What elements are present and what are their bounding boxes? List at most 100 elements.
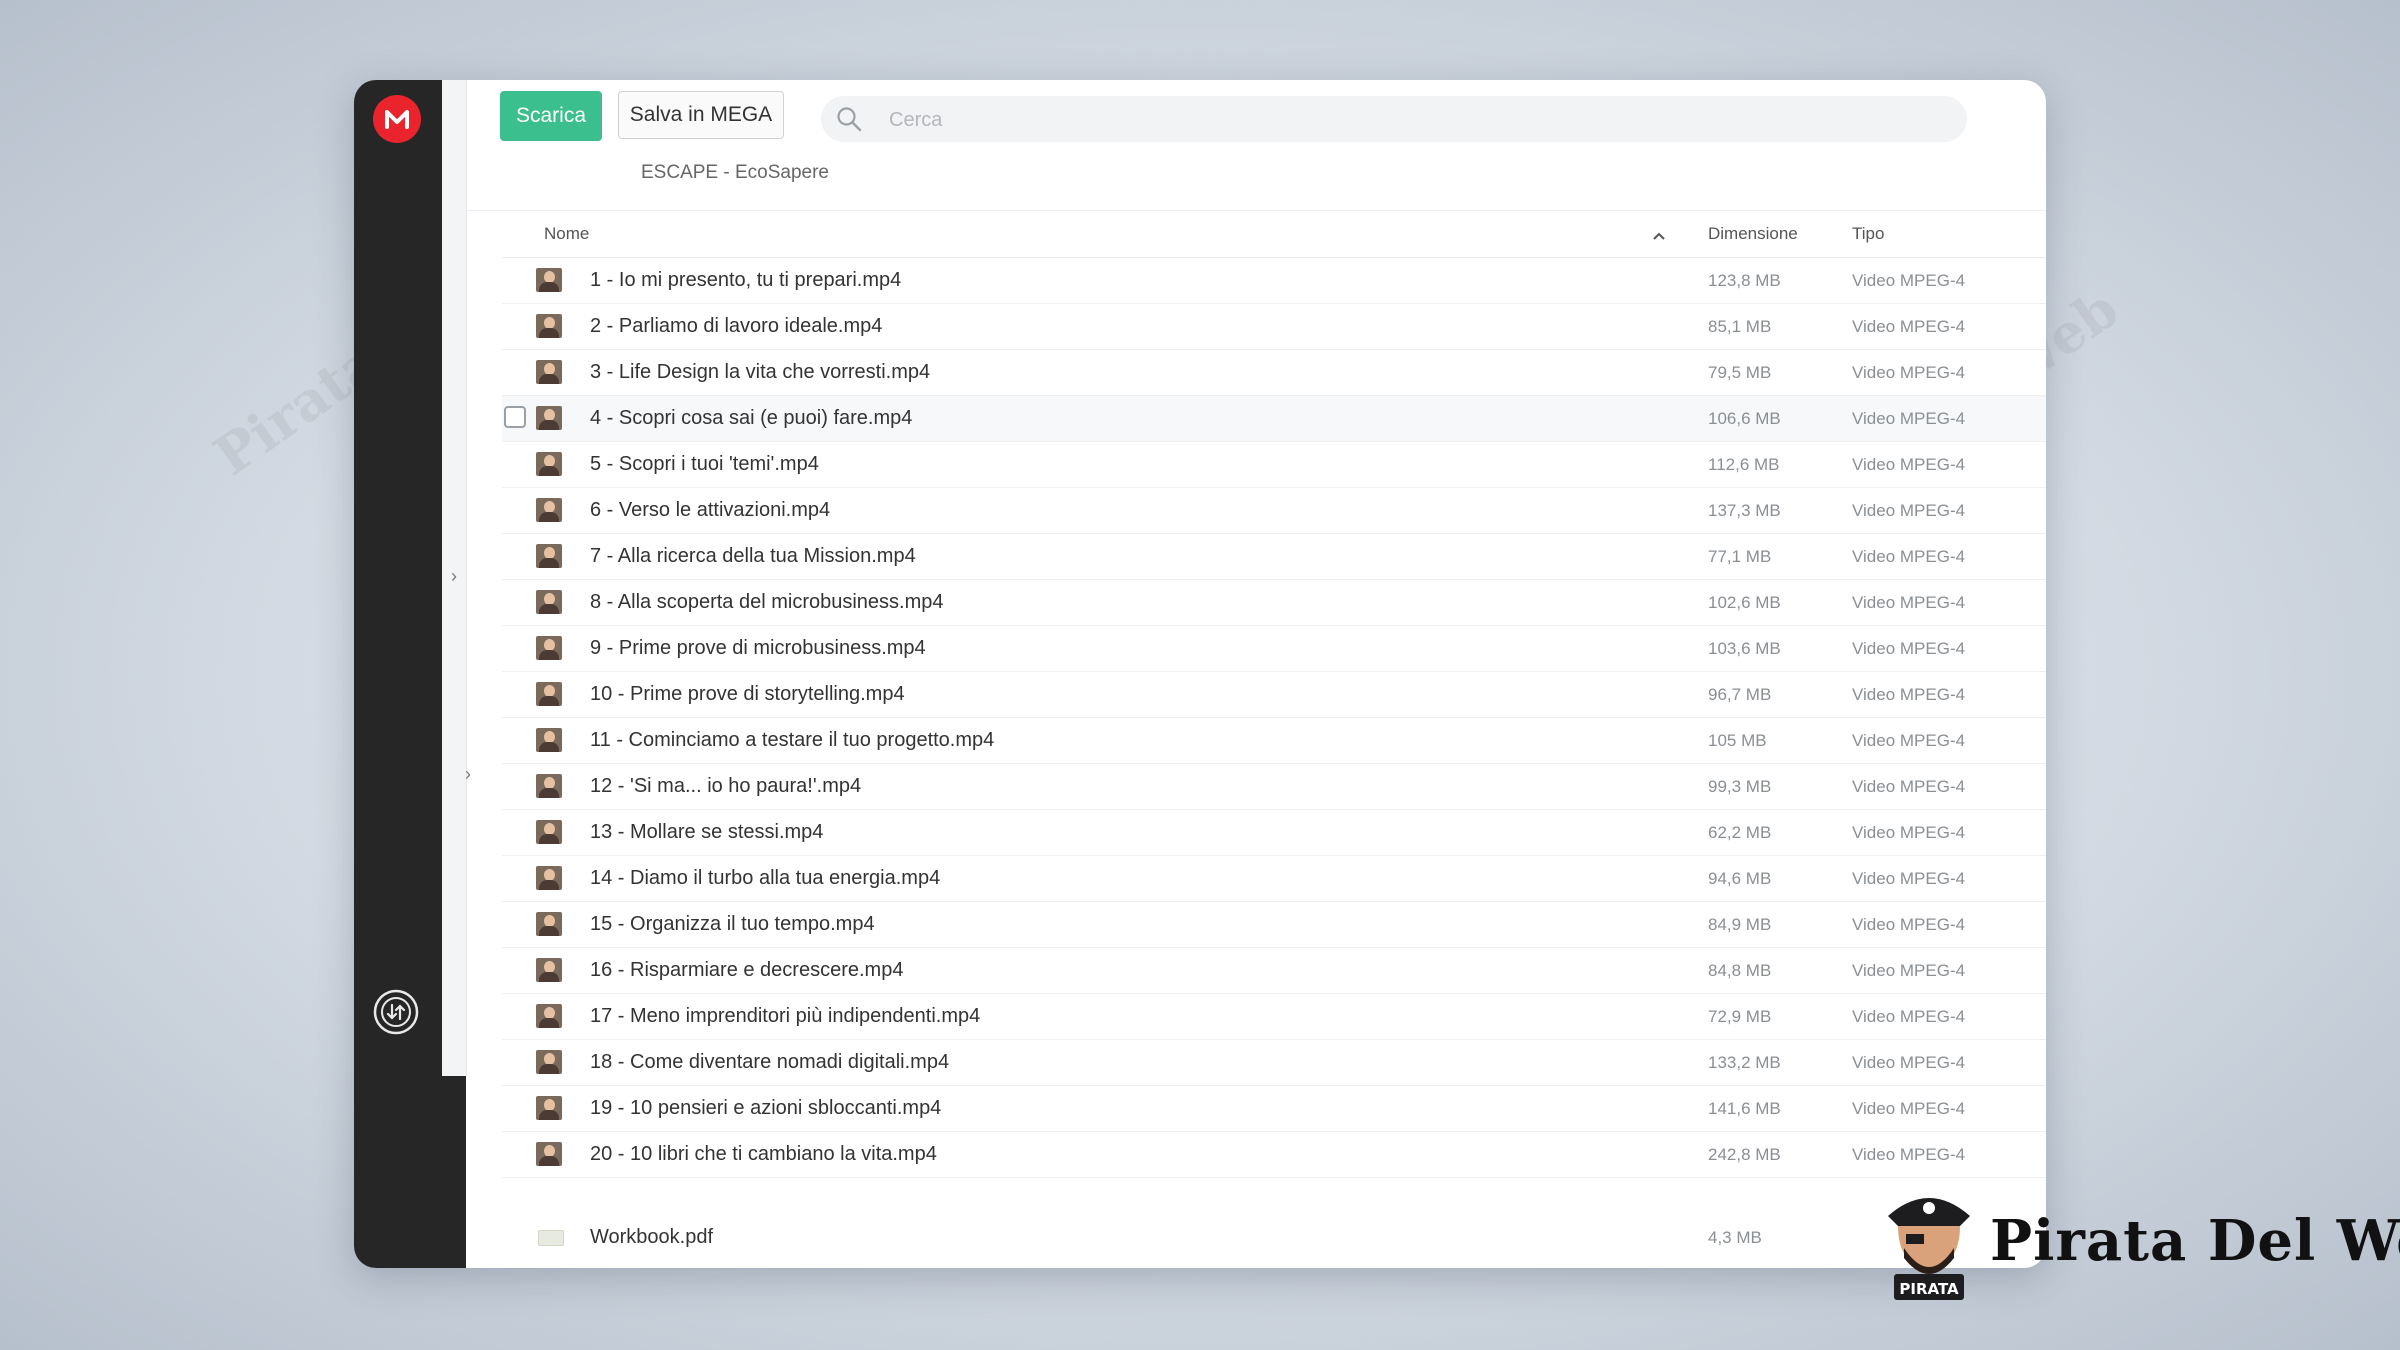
video-thumbnail-icon bbox=[536, 590, 562, 614]
file-name: 7 - Alla ricerca della tua Mission.mp4 bbox=[590, 545, 916, 567]
pirate-mascot-icon: PIRATA bbox=[1888, 1198, 1970, 1300]
download-button[interactable]: Scarica bbox=[500, 91, 602, 141]
file-list: 1 - Io mi presento, tu ti prepari.mp4 123… bbox=[502, 258, 2046, 1178]
file-type: Video MPEG-4 bbox=[1852, 271, 1966, 290]
table-row[interactable]: 20 - 10 libri che ti cambiano la vita.mp… bbox=[502, 1132, 2046, 1178]
file-name: 2 - Parliamo di lavoro ideale.mp4 bbox=[590, 315, 883, 337]
file-type: Video MPEG-4 bbox=[1852, 501, 1966, 520]
file-type: Video MPEG-4 bbox=[1852, 317, 1966, 336]
search-input[interactable] bbox=[887, 96, 1941, 144]
sidebar-collapse-strip: › bbox=[442, 80, 467, 1076]
file-name: 8 - Alla scoperta del microbusiness.mp4 bbox=[590, 591, 944, 613]
mega-logo-icon[interactable] bbox=[373, 95, 421, 143]
sidebar bbox=[354, 80, 442, 1268]
file-size: 85,1 MB bbox=[1708, 317, 1772, 336]
file-size: 84,9 MB bbox=[1708, 915, 1772, 934]
video-thumbnail-icon bbox=[536, 636, 562, 660]
file-type: Video MPEG-4 bbox=[1852, 363, 1966, 382]
column-header-name[interactable]: Nome bbox=[544, 224, 589, 244]
file-size: 105 MB bbox=[1708, 731, 1767, 750]
table-row-pdf[interactable]: Workbook.pdf 4,3 MB bbox=[502, 1215, 2046, 1260]
video-thumbnail-icon bbox=[536, 1096, 562, 1120]
file-name: 14 - Diamo il turbo alla tua energia.mp4 bbox=[590, 867, 941, 889]
video-thumbnail-icon bbox=[536, 912, 562, 936]
table-row[interactable]: 13 - Mollare se stessi.mp4 62,2 MB Video M… bbox=[502, 810, 2046, 856]
file-name: 12 - 'Si ma... io ho paura!'.mp4 bbox=[590, 775, 862, 797]
sidebar-extension bbox=[442, 1076, 466, 1268]
file-type: Video MPEG-4 bbox=[1852, 1053, 1966, 1072]
app-window: › › Scarica Salva in MEGA ESCAPE - EcoSa… bbox=[354, 80, 2046, 1268]
table-row[interactable]: 7 - Alla ricerca della tua Mission.mp4 77… bbox=[502, 534, 2046, 580]
file-type: Video MPEG-4 bbox=[1852, 731, 1966, 750]
table-row[interactable]: 2 - Parliamo di lavoro ideale.mp4 85,1 MB… bbox=[502, 304, 2046, 350]
video-thumbnail-icon bbox=[536, 866, 562, 890]
file-name: 11 - Cominciamo a testare il tuo progett… bbox=[590, 729, 995, 751]
video-thumbnail-icon bbox=[536, 360, 562, 384]
file-name: 10 - Prime prove di storytelling.mp4 bbox=[590, 683, 905, 705]
table-row[interactable]: 9 - Prime prove di microbusiness.mp4 103,… bbox=[502, 626, 2046, 672]
file-size: 84,8 MB bbox=[1708, 961, 1772, 980]
video-thumbnail-icon bbox=[536, 728, 562, 752]
file-size: 102,6 MB bbox=[1708, 593, 1781, 612]
sort-ascending-icon[interactable] bbox=[1652, 228, 1666, 240]
table-row[interactable]: 5 - Scopri i tuoi 'temi'.mp4 112,6 MB Vide… bbox=[502, 442, 2046, 488]
table-row[interactable]: 6 - Verso le attivazioni.mp4 137,3 MB Vide… bbox=[502, 488, 2046, 534]
save-to-mega-button[interactable]: Salva in MEGA bbox=[618, 91, 784, 139]
file-type: Video MPEG-4 bbox=[1852, 869, 1966, 888]
file-type: Video MPEG-4 bbox=[1852, 1145, 1966, 1164]
file-type: Video MPEG-4 bbox=[1852, 1099, 1966, 1118]
table-row[interactable]: 14 - Diamo il turbo alla tua energia.mp4… bbox=[502, 856, 2046, 902]
file-name: 13 - Mollare se stessi.mp4 bbox=[590, 821, 824, 843]
file-name: Workbook.pdf bbox=[590, 1226, 714, 1248]
expand-panel-arrow-icon[interactable]: › bbox=[446, 566, 462, 586]
file-type: Video MPEG-4 bbox=[1852, 961, 1966, 980]
search-bar bbox=[821, 96, 1967, 144]
file-size: 123,8 MB bbox=[1708, 271, 1781, 290]
table-row[interactable]: 18 - Come diventare nomadi digitali.mp4 1… bbox=[502, 1040, 2046, 1086]
table-row[interactable]: 19 - 10 pensieri e azioni sbloccanti.mp4… bbox=[502, 1086, 2046, 1132]
transfer-manager-icon[interactable] bbox=[372, 988, 420, 1036]
table-row[interactable]: 8 - Alla scoperta del microbusiness.mp4 1… bbox=[502, 580, 2046, 626]
main-panel: Scarica Salva in MEGA ESCAPE - EcoSapere… bbox=[466, 80, 2046, 1268]
table-row[interactable]: 16 - Risparmiare e decrescere.mp4 84,8 MB… bbox=[502, 948, 2046, 994]
file-name: 1 - Io mi presento, tu ti prepari.mp4 bbox=[590, 269, 902, 291]
table-row[interactable]: 1 - Io mi presento, tu ti prepari.mp4 123… bbox=[502, 258, 2046, 304]
file-size: 141,6 MB bbox=[1708, 1099, 1781, 1118]
table-row[interactable]: 17 - Meno imprenditori più indipendenti.… bbox=[502, 994, 2046, 1040]
file-type: Video MPEG-4 bbox=[1852, 639, 1966, 658]
file-size: 137,3 MB bbox=[1708, 501, 1781, 520]
video-thumbnail-icon bbox=[536, 452, 562, 476]
file-name: 15 - Organizza il tuo tempo.mp4 bbox=[590, 913, 875, 935]
file-name: 4 - Scopri cosa sai (e puoi) fare.mp4 bbox=[590, 407, 913, 429]
table-row[interactable]: 11 - Cominciamo a testare il tuo progett… bbox=[502, 718, 2046, 764]
file-name: 20 - 10 libri che ti cambiano la vita.mp… bbox=[590, 1143, 937, 1165]
file-type: Video MPEG-4 bbox=[1852, 685, 1966, 704]
file-size: 62,2 MB bbox=[1708, 823, 1772, 842]
file-size: 103,6 MB bbox=[1708, 639, 1781, 658]
column-header-type[interactable]: Tipo bbox=[1852, 224, 1884, 244]
file-type: Video MPEG-4 bbox=[1852, 547, 1966, 566]
file-name: 3 - Life Design la vita che vorresti.mp4 bbox=[590, 361, 931, 383]
file-type: Video MPEG-4 bbox=[1852, 915, 1966, 934]
table-row[interactable]: 3 - Life Design la vita che vorresti.mp4… bbox=[502, 350, 2046, 396]
table-row[interactable]: 12 - 'Si ma... io ho paura!'.mp4 99,3 MB V… bbox=[502, 764, 2046, 810]
column-header-size[interactable]: Dimensione bbox=[1708, 224, 1798, 244]
file-size: 112,6 MB bbox=[1708, 455, 1780, 474]
file-size: 79,5 MB bbox=[1708, 363, 1772, 382]
row-checkbox[interactable] bbox=[504, 406, 526, 428]
file-size: 77,1 MB bbox=[1708, 547, 1772, 566]
table-row[interactable]: 4 - Scopri cosa sai (e puoi) fare.mp4 106… bbox=[502, 396, 2046, 442]
video-thumbnail-icon bbox=[536, 1050, 562, 1074]
file-name: 18 - Come diventare nomadi digitali.mp4 bbox=[590, 1051, 950, 1073]
file-size: 4,3 MB bbox=[1708, 1228, 1762, 1247]
file-size: 72,9 MB bbox=[1708, 1007, 1772, 1026]
table-row[interactable]: 10 - Prime prove di storytelling.mp4 96,7… bbox=[502, 672, 2046, 718]
file-name: 19 - 10 pensieri e azioni sbloccanti.mp4 bbox=[590, 1097, 942, 1119]
video-thumbnail-icon bbox=[536, 498, 562, 522]
table-row[interactable]: 15 - Organizza il tuo tempo.mp4 84,9 MB Vi… bbox=[502, 902, 2046, 948]
video-thumbnail-icon bbox=[536, 682, 562, 706]
video-thumbnail-icon bbox=[536, 774, 562, 798]
table-header: Nome Dimensione Tipo bbox=[502, 210, 2046, 258]
breadcrumb[interactable]: ESCAPE - EcoSapere bbox=[641, 162, 829, 184]
video-thumbnail-icon bbox=[536, 820, 562, 844]
